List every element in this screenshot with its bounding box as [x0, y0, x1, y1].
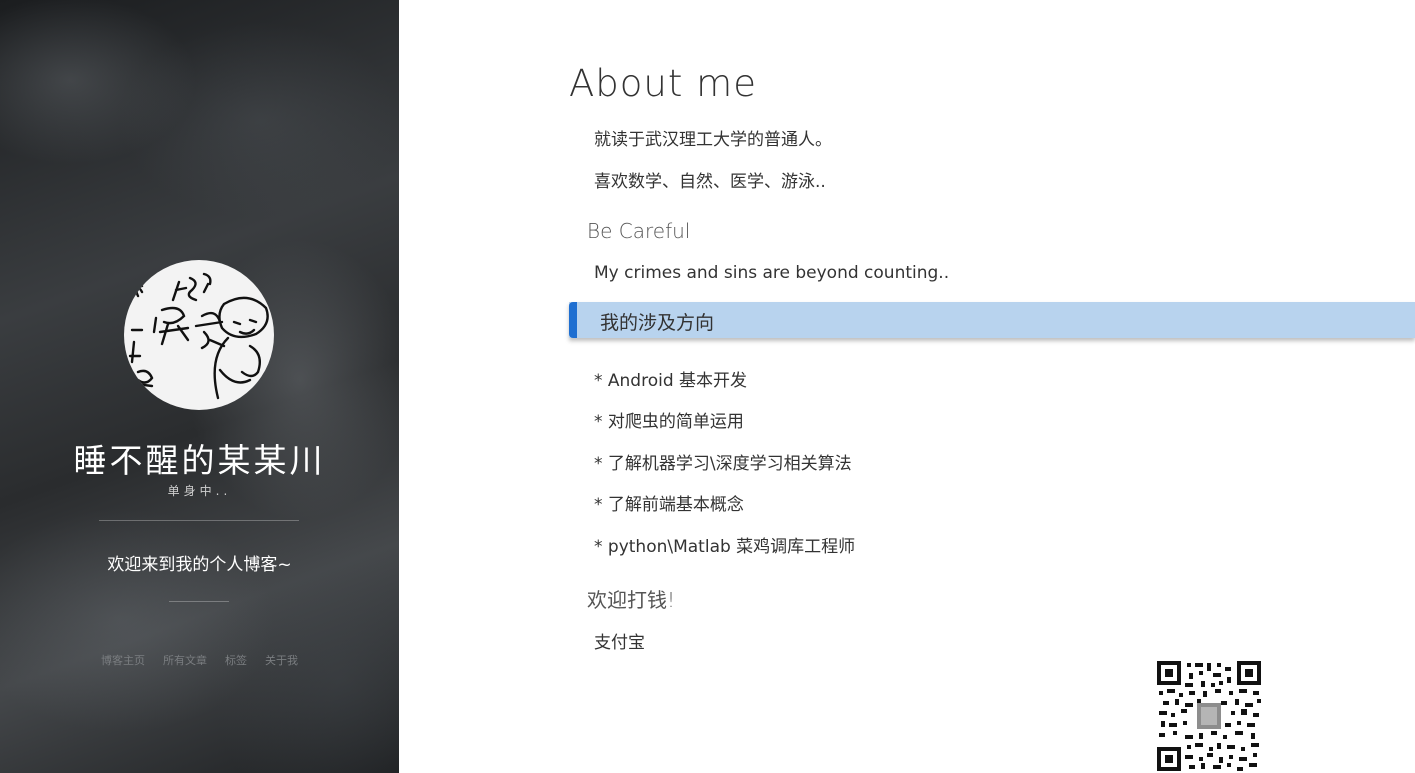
site-name: 睡不醒的某某川	[73, 441, 326, 480]
avatar[interactable]	[124, 260, 274, 410]
nav-link-tags[interactable]: 标签	[225, 652, 247, 668]
nav-link-home[interactable]: 博客主页	[101, 652, 145, 668]
divider	[99, 520, 299, 521]
direction-item: * 对爬虫的简单运用	[594, 412, 744, 432]
intro-line: 喜欢数学、自然、医学、游泳..	[594, 172, 826, 192]
site-subtitle: 单身中..	[167, 484, 232, 498]
welcome-text: 欢迎来到我的个人博客~	[107, 555, 292, 575]
sidebar: 睡不醒的某某川 单身中.. 欢迎来到我的个人博客~ 博客主页 所有文章 标签 关…	[0, 0, 399, 773]
direction-item: * Android 基本开发	[594, 371, 748, 391]
alipay-qr-code	[1155, 659, 1263, 773]
avatar-doodle-image	[128, 272, 269, 400]
alipay-label: 支付宝	[594, 633, 645, 653]
heading-accent	[569, 302, 577, 338]
qr-code-image	[1155, 659, 1263, 773]
direction-heading: 我的涉及方向	[600, 312, 715, 334]
careful-heading: Be Careful	[587, 219, 691, 243]
direction-heading-bar: 我的涉及方向	[569, 302, 1415, 338]
direction-item: * 了解机器学习\深度学习相关算法	[594, 454, 852, 474]
intro-line: 就读于武汉理工大学的普通人。	[594, 130, 832, 150]
sidebar-nav: 博客主页 所有文章 标签 关于我	[0, 652, 399, 668]
nav-link-all-posts[interactable]: 所有文章	[163, 652, 207, 668]
divider-short	[169, 601, 229, 602]
direction-item: * python\Matlab 菜鸡调库工程师	[594, 537, 856, 557]
page-title: About me	[569, 62, 757, 105]
direction-item: * 了解前端基本概念	[594, 495, 744, 515]
main-content: About me 就读于武汉理工大学的普通人。 喜欢数学、自然、医学、游泳.. …	[569, 0, 1415, 773]
nav-link-about[interactable]: 关于我	[265, 652, 298, 668]
careful-text: My crimes and sins are beyond counting..	[594, 263, 950, 283]
donate-heading: 欢迎打钱!	[587, 588, 676, 612]
